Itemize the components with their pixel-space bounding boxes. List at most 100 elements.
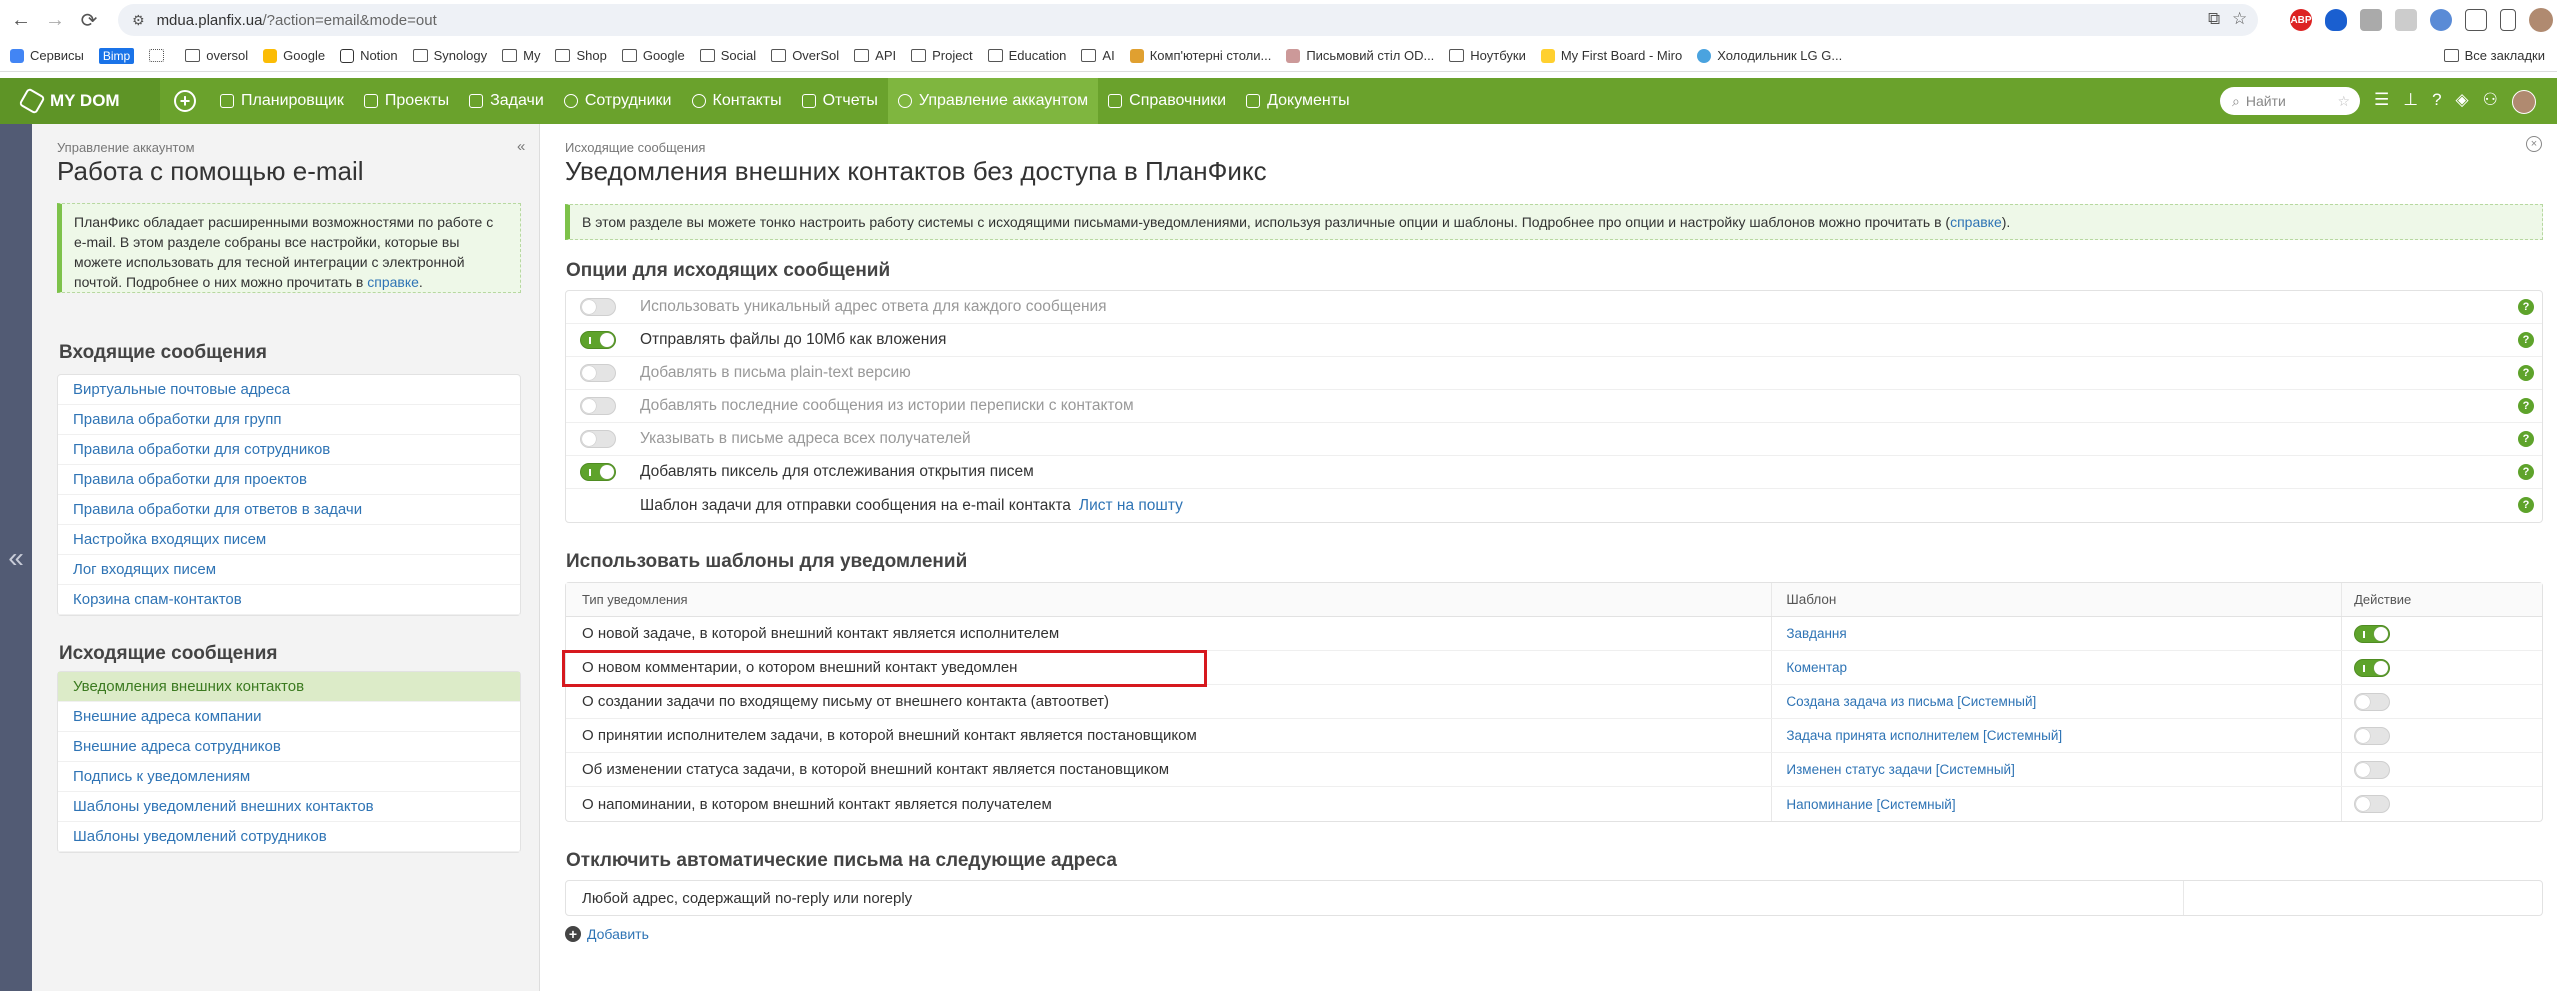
help-icon[interactable]: ? [2518, 464, 2534, 480]
nav-documents[interactable]: Документы [1236, 78, 1359, 124]
sidepanel-icon[interactable] [2500, 9, 2516, 31]
nav-contacts[interactable]: Контакты [682, 78, 792, 124]
nav-projects[interactable]: Проекты [354, 78, 459, 124]
bookmark-education[interactable]: Education [987, 48, 1066, 63]
add-icon[interactable]: + [174, 90, 196, 112]
pin-icon[interactable]: ⊥ [2403, 90, 2418, 114]
adblock-icon[interactable]: ABP [2290, 9, 2312, 31]
template-link[interactable]: Завдання [1786, 626, 1846, 641]
sidebar-item-outgoing[interactable]: Шаблоны уведомлений сотрудников [58, 822, 520, 852]
notification-toggle[interactable] [2354, 692, 2391, 711]
bookmark-writing-desk[interactable]: Письмовий стіл OD... [1286, 48, 1434, 63]
nav-reports[interactable]: Отчеты [792, 78, 888, 124]
help-icon[interactable]: ? [2432, 90, 2441, 114]
bookmark-my[interactable]: My [502, 48, 540, 63]
option-toggle[interactable] [580, 430, 616, 448]
notification-toggle[interactable] [2354, 658, 2391, 677]
bookmark-notion[interactable]: Notion [340, 48, 398, 63]
sidebar-item-outgoing[interactable]: Шаблоны уведомлений внешних контактов [58, 792, 520, 822]
back-icon[interactable]: ← [4, 3, 38, 37]
nav-directories[interactable]: Справочники [1098, 78, 1236, 124]
notification-toggle[interactable] [2354, 760, 2391, 779]
help-link[interactable]: справке [367, 274, 419, 290]
notification-toggle[interactable] [2354, 726, 2391, 745]
all-bookmarks[interactable]: Все закладки [2443, 48, 2545, 63]
bookmark-ai[interactable]: AI [1081, 48, 1115, 63]
menu-icon[interactable]: ☰ [2374, 90, 2389, 114]
bookmark-desks[interactable]: Комп'ютерні столи... [1129, 48, 1271, 63]
bookmark-services[interactable]: Сервисы [10, 48, 84, 63]
bookmark-fridge[interactable]: Холодильник LG G... [1697, 48, 1842, 63]
bookmark-shop[interactable]: Shop [555, 48, 607, 63]
help-icon[interactable]: ? [2518, 398, 2534, 414]
bookmark-miro[interactable]: My First Board - Miro [1540, 48, 1682, 63]
notification-toggle[interactable] [2354, 795, 2391, 813]
sidebar-item-outgoing[interactable]: Уведомления внешних контактов [58, 672, 520, 702]
bookmark-project[interactable]: Project [911, 48, 973, 63]
bookmark-grid[interactable] [149, 49, 170, 62]
option-toggle[interactable] [580, 364, 616, 382]
option-toggle[interactable] [580, 331, 616, 349]
bookmark-social[interactable]: Social [699, 48, 756, 63]
site-info-icon[interactable]: ⚙ [132, 12, 145, 29]
help-icon[interactable]: ? [2518, 431, 2534, 447]
bookmark-google-folder[interactable]: Google [621, 48, 685, 63]
extension-icon[interactable] [2395, 9, 2417, 31]
sidebar-item-outgoing[interactable]: Внешние адреса сотрудников [58, 732, 520, 762]
nav-employees[interactable]: Сотрудники [554, 78, 682, 124]
profile-avatar[interactable] [2529, 8, 2553, 32]
bookmark-oversol-folder[interactable]: OverSol [771, 48, 839, 63]
nav-planner[interactable]: Планировщик [210, 78, 354, 124]
expand-panel-icon[interactable]: « [0, 124, 32, 991]
sidebar-item-incoming[interactable]: Виртуальные почтовые адреса [58, 375, 520, 405]
extension-icon[interactable] [2360, 9, 2382, 31]
bookmark-api[interactable]: API [854, 48, 896, 63]
sidebar-item-incoming[interactable]: Корзина спам-контактов [58, 585, 520, 615]
extension-icon[interactable] [2430, 9, 2452, 31]
bookmark-oversol[interactable]: oversol [185, 48, 248, 63]
template-link[interactable]: Создана задача из письма [Системный] [1786, 694, 2036, 709]
nav-tasks[interactable]: Задачи [459, 78, 554, 124]
add-user-icon[interactable]: ⚇ [2483, 90, 2498, 114]
sidebar-item-incoming[interactable]: Лог входящих писем [58, 555, 520, 585]
template-link[interactable]: Изменен статус задачи [Системный] [1786, 762, 2014, 777]
template-link[interactable]: Коментар [1786, 660, 1847, 675]
reload-icon[interactable]: ⟳ [72, 3, 106, 37]
option-toggle[interactable] [580, 463, 616, 481]
close-icon[interactable]: × [2526, 136, 2542, 152]
template-link[interactable]: Задача принята исполнителем [Системный] [1786, 728, 2062, 743]
sidebar-item-outgoing[interactable]: Подпись к уведомлениям [58, 762, 520, 792]
nav-account-management[interactable]: Управление аккаунтом [887, 78, 1099, 124]
bookmark-synology[interactable]: Synology [412, 48, 487, 63]
layers-icon[interactable]: ◈ [2456, 90, 2469, 114]
app-logo[interactable]: MY DOM [0, 78, 160, 124]
sidebar-item-outgoing[interactable]: Внешние адреса компании [58, 702, 520, 732]
search-input[interactable]: ⌕ Найти ☆ [2220, 87, 2360, 115]
help-link[interactable]: справке [1950, 214, 2002, 230]
bookmark-bimp[interactable]: Bimp [98, 47, 135, 64]
install-icon[interactable]: ⧉ [2208, 9, 2220, 29]
help-icon[interactable]: ? [2518, 497, 2534, 513]
help-icon[interactable]: ? [2518, 365, 2534, 381]
collapse-sidebar-icon[interactable]: « [517, 138, 525, 155]
sidebar-item-incoming[interactable]: Правила обработки для проектов [58, 465, 520, 495]
sidebar-item-incoming[interactable]: Правила обработки для сотрудников [58, 435, 520, 465]
user-avatar[interactable] [2511, 90, 2536, 114]
bookmark-google[interactable]: Google [263, 48, 325, 63]
bookmark-star-icon[interactable]: ☆ [2232, 9, 2247, 29]
puzzle-icon[interactable] [2465, 9, 2487, 31]
option-toggle[interactable] [580, 397, 616, 415]
sidebar-item-incoming[interactable]: Настройка входящих писем [58, 525, 520, 555]
notification-toggle[interactable] [2354, 624, 2391, 643]
address-bar[interactable]: ⚙ mdua.planfix.ua/?action=email&mode=out… [118, 4, 2258, 36]
forward-icon[interactable]: → [38, 3, 72, 37]
task-template-link[interactable]: Лист на пошту [1079, 497, 1183, 515]
bookmark-laptops[interactable]: Ноутбуки [1449, 48, 1526, 63]
star-icon[interactable]: ☆ [2337, 93, 2350, 110]
shield-icon[interactable] [2325, 9, 2347, 31]
option-toggle[interactable] [580, 298, 616, 316]
sidebar-item-incoming[interactable]: Правила обработки для ответов в задачи [58, 495, 520, 525]
add-address-button[interactable]: + Добавить [565, 926, 649, 942]
help-icon[interactable]: ? [2518, 299, 2534, 315]
template-link[interactable]: Напоминание [Системный] [1786, 797, 1955, 812]
